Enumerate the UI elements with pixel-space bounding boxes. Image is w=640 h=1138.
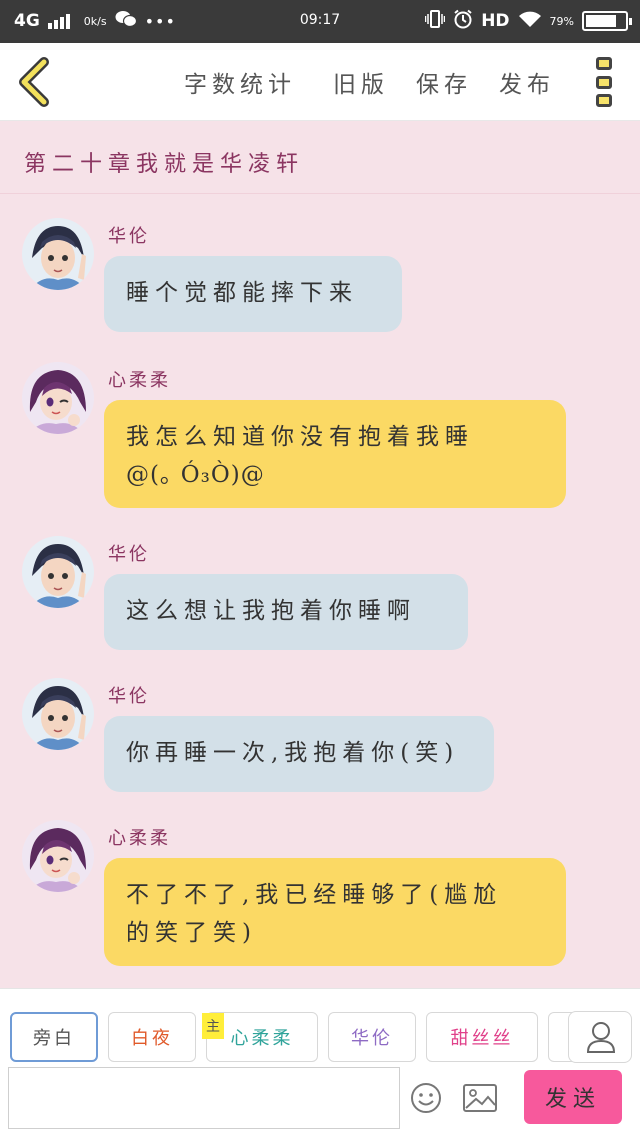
message-bubble[interactable]: 你再睡一次,我抱着你(笑) <box>104 716 494 792</box>
message-input[interactable] <box>8 1067 400 1129</box>
old-version-button[interactable]: 旧版 <box>333 65 389 99</box>
speaker-name: 心柔柔 <box>108 370 171 391</box>
role-label: 甜丝丝 <box>450 1028 514 1049</box>
save-button[interactable]: 保存 <box>416 65 472 99</box>
role-tab-hualun[interactable]: 华伦 <box>328 1012 416 1062</box>
main-character-badge: 主 <box>202 1013 224 1039</box>
back-button[interactable] <box>14 57 54 107</box>
status-bar: 4G 0k/s ••• 09:17 HD 79% <box>0 0 640 43</box>
role-label: 心柔柔 <box>230 1028 294 1049</box>
add-role-button[interactable] <box>568 1011 632 1063</box>
speaker-name: 华伦 <box>108 686 150 707</box>
avatar-hualun[interactable] <box>22 536 94 608</box>
status-right: HD 79% <box>424 9 632 33</box>
user-icon <box>586 1022 616 1053</box>
message-bubble[interactable]: 不了不了,我已经睡够了(尴尬 的笑了笑) <box>104 858 566 966</box>
editor-toolbar: 字数统计 旧版 保存 发布 <box>0 43 640 121</box>
title-divider <box>0 193 640 194</box>
speaker-name: 心柔柔 <box>108 828 171 849</box>
role-label: 华伦 <box>351 1028 393 1049</box>
emoji-button[interactable] <box>410 1082 442 1114</box>
avatar-hualun[interactable] <box>22 218 94 290</box>
battery-icon <box>582 11 632 31</box>
message-bubble[interactable]: 睡个觉都能摔下来 <box>104 256 402 332</box>
message-text-line: 的笑了笑) <box>126 920 257 946</box>
chapter-title[interactable]: 第二十章我就是华凌轩 <box>24 146 304 178</box>
role-tab-baiye[interactable]: 白夜 <box>108 1012 196 1062</box>
more-menu-icon[interactable] <box>596 57 614 107</box>
send-button[interactable]: 发送 <box>524 1070 622 1124</box>
role-label: 旁白 <box>33 1028 75 1049</box>
message-text-line: 我怎么知道你没有抱着我睡 <box>126 424 474 450</box>
speaker-name: 华伦 <box>108 226 150 247</box>
role-tab-narrator[interactable]: 旁白 <box>10 1012 98 1062</box>
hd-indicator: HD <box>481 11 510 31</box>
role-label: 白夜 <box>131 1028 173 1049</box>
wifi-icon <box>518 10 542 32</box>
chevron-left-icon <box>19 57 49 107</box>
message-bubble[interactable]: 我怎么知道你没有抱着我睡 @(｡ Ó₃Ò)@ <box>104 400 566 508</box>
publish-button[interactable]: 发布 <box>499 65 555 99</box>
message-text-line: @(｡ Ó₃Ò)@ <box>126 462 265 488</box>
image-icon <box>463 1084 497 1112</box>
speaker-name: 华伦 <box>108 544 150 565</box>
role-tab-tiansisi[interactable]: 甜丝丝 <box>426 1012 538 1062</box>
image-button[interactable] <box>462 1082 498 1114</box>
avatar-xinrourou[interactable] <box>22 820 94 892</box>
battery-percent: 79% <box>549 14 574 28</box>
vibrate-icon <box>424 10 446 32</box>
message-text-line: 不了不了,我已经睡够了(尴尬 <box>126 882 503 908</box>
avatar-xinrourou[interactable] <box>22 362 94 434</box>
alarm-icon <box>453 9 473 33</box>
avatar-hualun[interactable] <box>22 678 94 750</box>
smiley-icon <box>411 1083 441 1113</box>
word-count-button[interactable]: 字数统计 <box>184 65 296 99</box>
message-bubble[interactable]: 这么想让我抱着你睡啊 <box>104 574 468 650</box>
